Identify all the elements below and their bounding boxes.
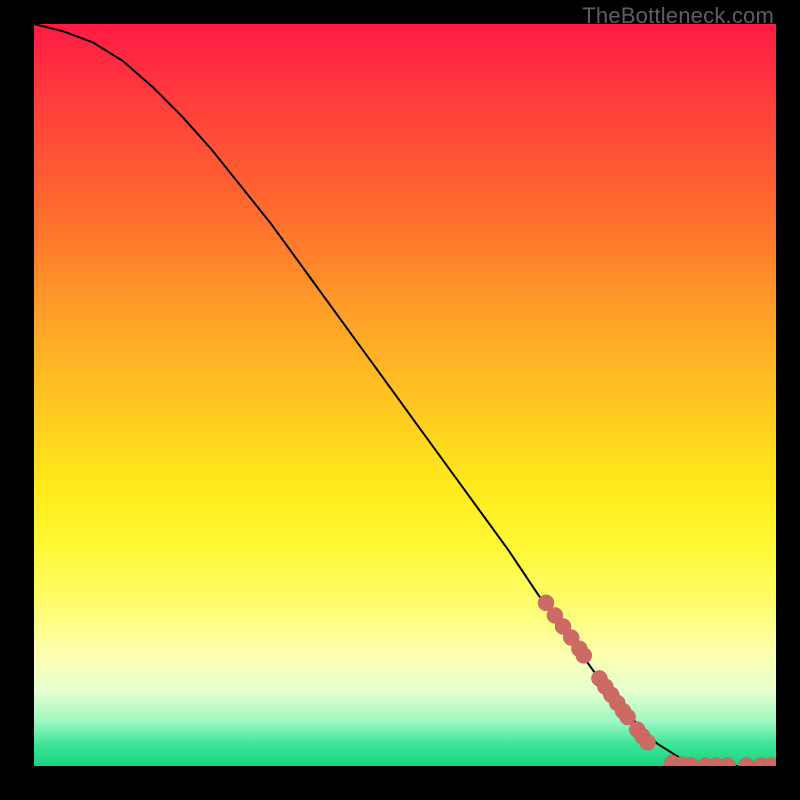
chart-frame: TheBottleneck.com: [0, 0, 800, 800]
bottleneck-curve: [34, 24, 776, 766]
chart-svg: [34, 24, 776, 766]
scatter-dots: [538, 595, 776, 766]
scatter-dot: [576, 647, 592, 663]
plot-area: [34, 24, 776, 766]
scatter-dot: [720, 758, 736, 766]
scatter-dot: [738, 758, 754, 766]
watermark-text: TheBottleneck.com: [582, 3, 774, 29]
scatter-dot: [640, 734, 656, 750]
